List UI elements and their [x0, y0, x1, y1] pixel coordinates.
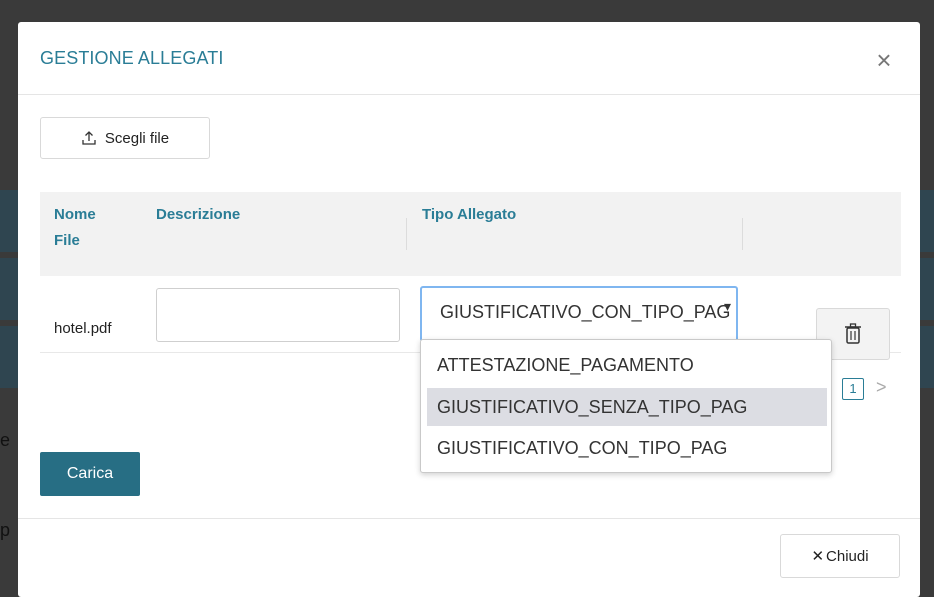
column-header-description: Descrizione: [156, 206, 241, 223]
upload-button[interactable]: Carica: [40, 452, 140, 496]
dropdown-option-highlighted[interactable]: GIUSTIFICATIVO_SENZA_TIPO_PAG: [427, 388, 827, 426]
column-header-type: Tipo Allegato: [422, 206, 517, 223]
file-name-cell: hotel.pdf: [54, 320, 112, 337]
attachment-type-select[interactable]: GIUSTIFICATIVO_CON_TIPO_PAG: [420, 286, 738, 342]
column-header-name-line2: File: [54, 232, 80, 249]
choose-file-button[interactable]: Scegli file: [40, 117, 210, 159]
description-input[interactable]: [156, 288, 400, 342]
dropdown-option[interactable]: ATTESTAZIONE_PAGAMENTO: [427, 346, 827, 384]
pagination-page-1[interactable]: 1: [842, 378, 864, 400]
background-partial-text: p: [0, 520, 11, 540]
column-header-name: Nome File: [54, 202, 96, 254]
dropdown-option[interactable]: GIUSTIFICATIVO_CON_TIPO_PAG: [427, 429, 827, 467]
background-partial-text: e: [0, 430, 11, 450]
close-icon: ✕: [811, 548, 825, 565]
choose-file-label: Scegli file: [104, 129, 170, 147]
attachment-type-value: GIUSTIFICATIVO_CON_TIPO_PAG: [440, 302, 731, 322]
modal-title: GESTIONE ALLEGATI: [40, 48, 224, 68]
close-button-label: Chiudi: [826, 547, 869, 565]
pagination-next-icon[interactable]: >: [876, 377, 887, 398]
column-header-name-line1: Nome: [54, 206, 96, 223]
close-button[interactable]: ✕ Chiudi: [780, 534, 900, 578]
attachments-modal: GESTIONE ALLEGATI × Scegli file Nome Fil…: [18, 22, 920, 597]
column-separator: [742, 218, 743, 250]
close-icon[interactable]: ×: [870, 46, 898, 74]
trash-icon: [845, 323, 861, 344]
footer-divider: [18, 518, 920, 519]
table-header: Nome File Descrizione Tipo Allegato: [40, 192, 901, 276]
modal-header: GESTIONE ALLEGATI ×: [18, 22, 920, 95]
attachment-type-dropdown: ATTESTAZIONE_PAGAMENTO GIUSTIFICATIVO_SE…: [420, 339, 832, 473]
column-separator: [406, 218, 407, 250]
upload-icon: [82, 131, 96, 145]
caret-down-icon: ▾: [724, 298, 732, 314]
